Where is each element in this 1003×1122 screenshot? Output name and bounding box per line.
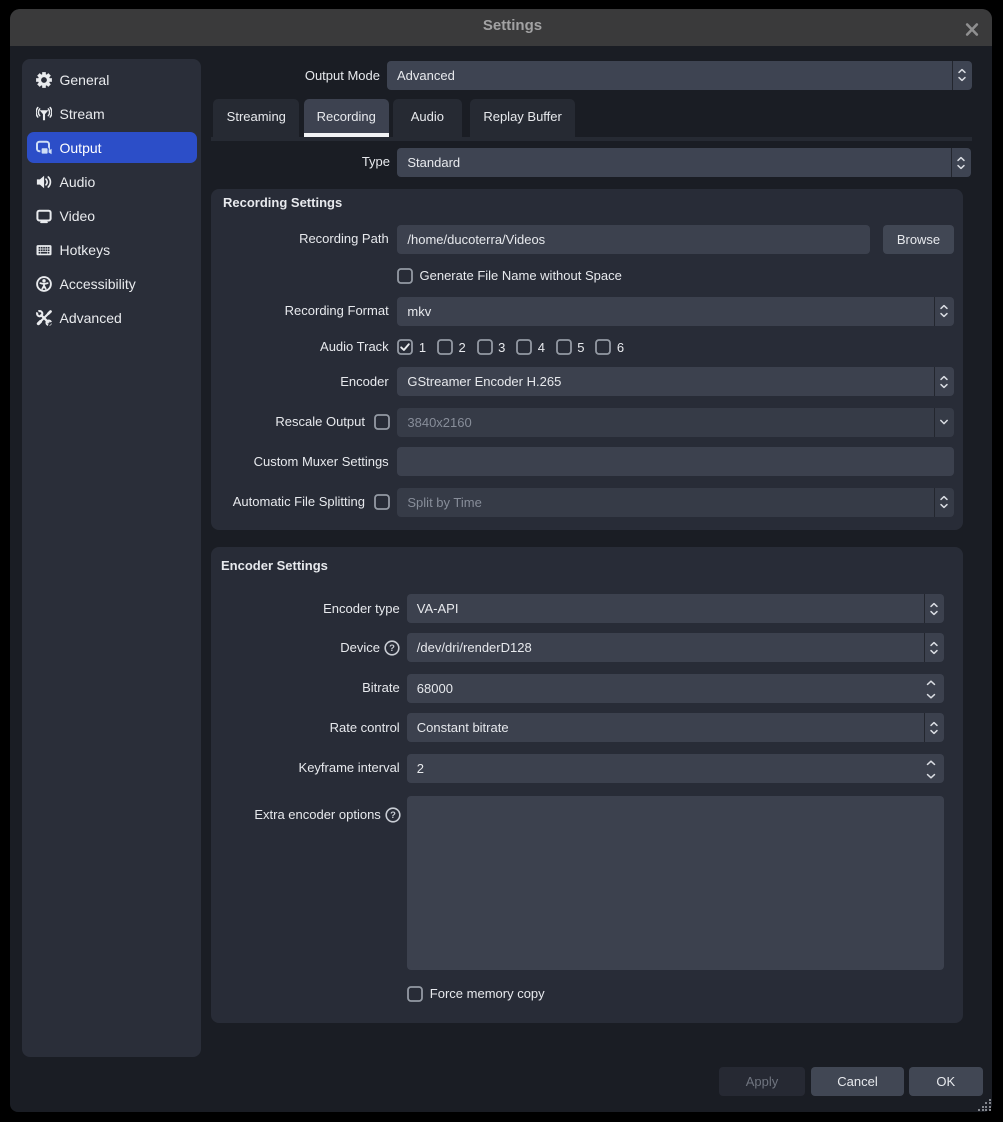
svg-text:?: ? [390,810,396,821]
svg-text:?: ? [389,643,395,654]
